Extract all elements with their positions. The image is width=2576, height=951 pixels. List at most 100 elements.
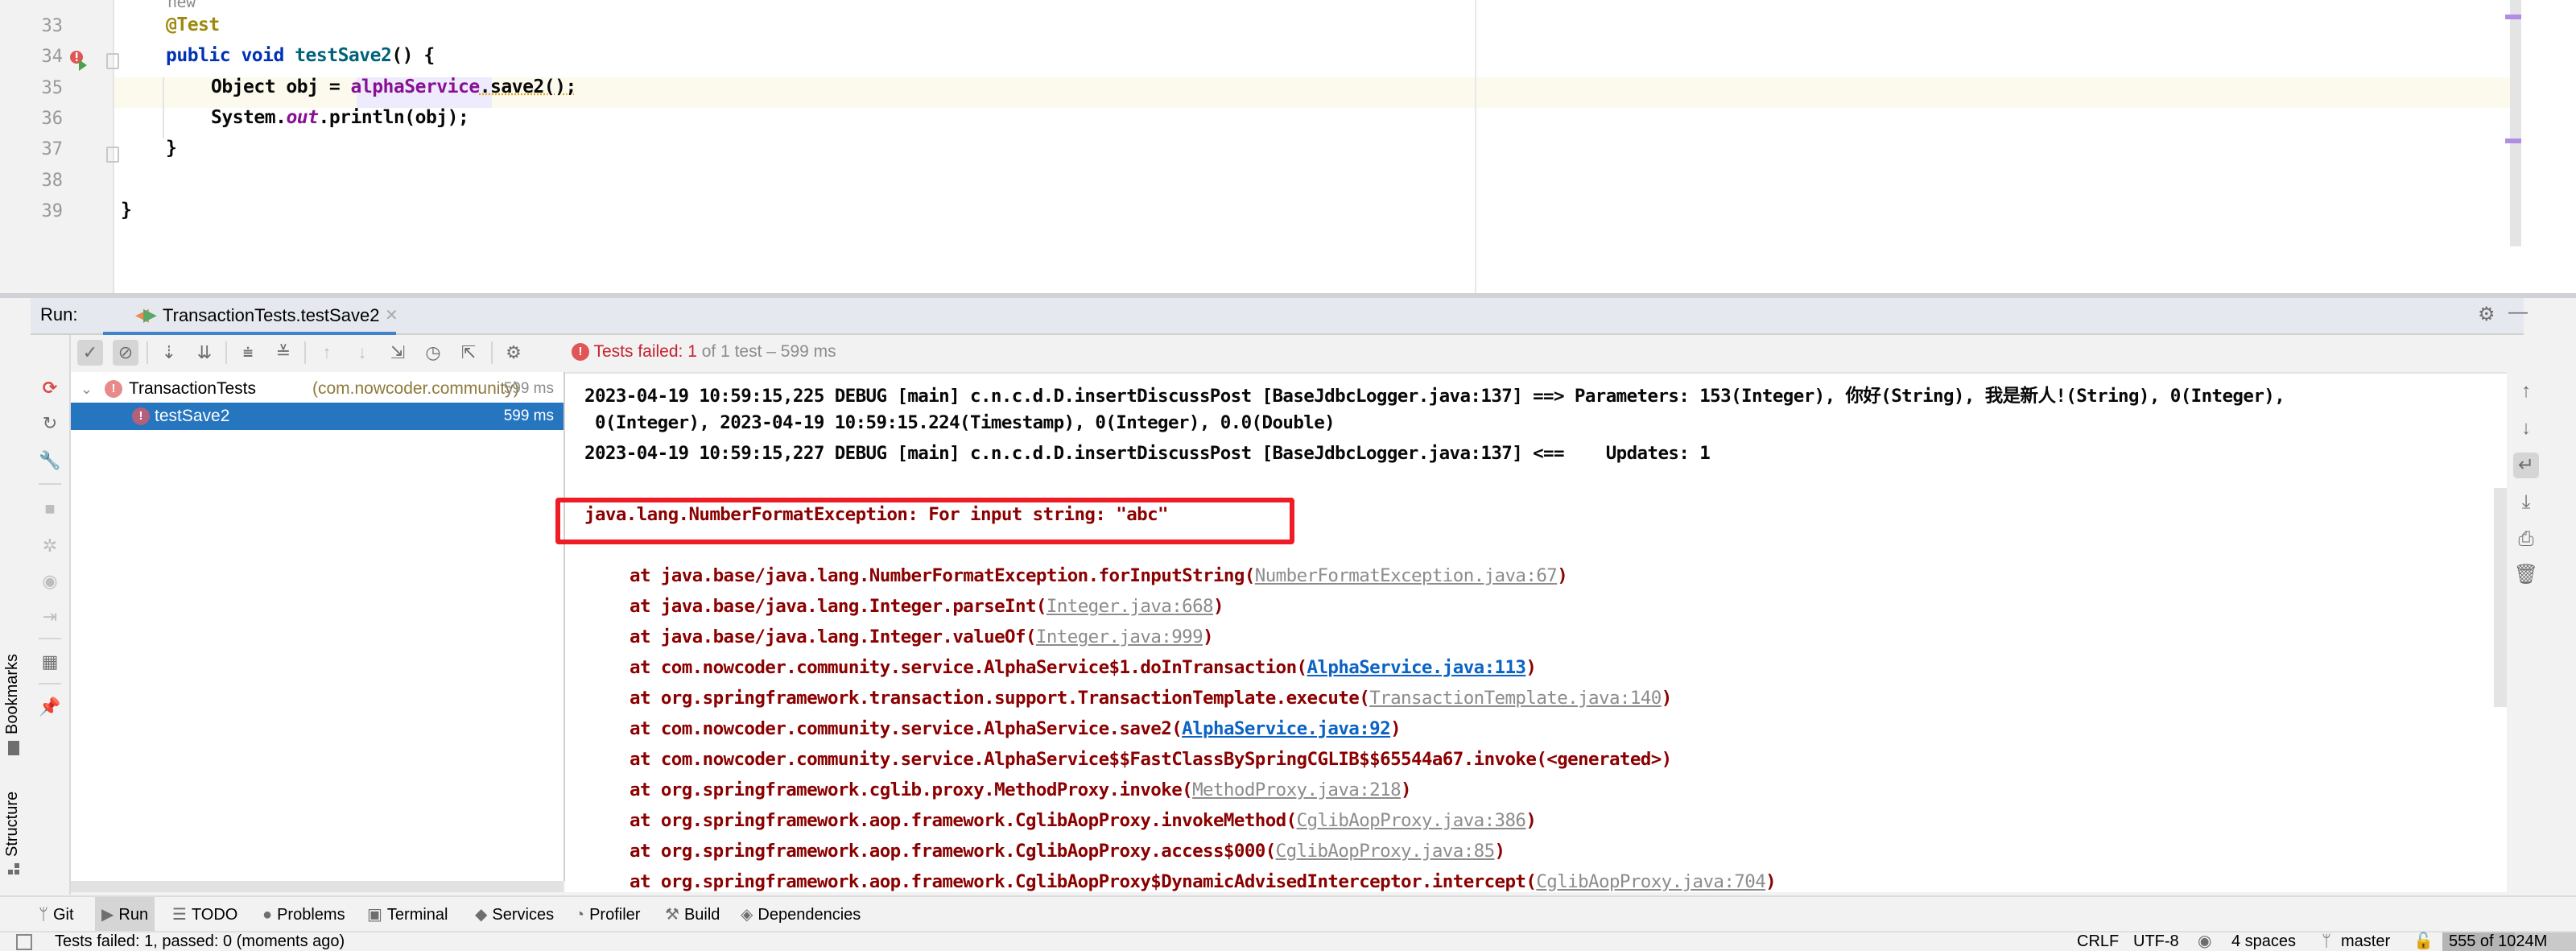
rerun-failed-icon[interactable]: ⟳ bbox=[37, 375, 63, 401]
stack-frame-method: at com.nowcoder.community.service.AlphaS… bbox=[630, 657, 1307, 678]
tree-horizontal-scrollbar[interactable] bbox=[71, 881, 564, 892]
tool-button-build[interactable]: ⚒ Build bbox=[658, 897, 726, 932]
editor-scrollbar[interactable] bbox=[2510, 0, 2521, 246]
prev-failed-icon[interactable]: ↑ bbox=[314, 340, 340, 366]
tree-row-suite[interactable]: ⌄ ! TransactionTests (com.nowcoder.commu… bbox=[71, 375, 564, 403]
stack-frame: at com.nowcoder.community.service.AlphaS… bbox=[630, 718, 1402, 739]
minimize-icon[interactable]: — bbox=[2508, 301, 2528, 324]
source-link[interactable]: MethodProxy.java:218 bbox=[1192, 779, 1402, 800]
code-line[interactable]: } bbox=[166, 138, 177, 159]
error-stripe-mark[interactable] bbox=[2505, 139, 2521, 143]
tool-button-terminal[interactable]: ▣ Terminal bbox=[361, 897, 454, 932]
stack-frame-suffix: ) bbox=[1525, 810, 1537, 831]
trash-icon[interactable]: 🗑 bbox=[2513, 562, 2539, 588]
console-scrollbar[interactable] bbox=[2494, 488, 2507, 707]
tool-button-services[interactable]: ◆ Services bbox=[469, 897, 560, 932]
structure-tool-button[interactable]: Structure bbox=[3, 792, 22, 857]
stack-frame: at java.base/java.lang.NumberFormatExcep… bbox=[630, 565, 1568, 586]
collapse-all-icon[interactable]: ≚ bbox=[270, 340, 296, 366]
print-icon[interactable]: ⎙ bbox=[2513, 527, 2539, 552]
bookmarks-tool-button[interactable]: Bookmarks bbox=[3, 654, 22, 734]
camera-icon[interactable]: ◉ bbox=[37, 569, 63, 594]
file-encoding[interactable]: UTF-8 bbox=[2133, 932, 2179, 951]
test-results-tree[interactable]: ⌄ ! TransactionTests (com.nowcoder.commu… bbox=[71, 372, 565, 881]
code-line[interactable]: Object obj = alphaService.save2(); bbox=[211, 76, 576, 97]
code-line[interactable]: } bbox=[121, 200, 132, 221]
sort-alpha-icon[interactable]: ⇣ bbox=[156, 340, 182, 366]
source-link[interactable]: CglibAopProxy.java:704 bbox=[1536, 871, 1765, 892]
expand-all-icon[interactable]: ⩧ bbox=[235, 340, 261, 366]
debug-icon[interactable]: ✲ bbox=[37, 533, 63, 559]
run-test-error-icon[interactable] bbox=[69, 50, 87, 71]
code-line[interactable]: System.out.println(obj); bbox=[211, 107, 469, 128]
memory-indicator[interactable]: 555 of 1024M bbox=[2442, 932, 2576, 951]
source-link[interactable]: Integer.java:668 bbox=[1046, 596, 1214, 617]
source-link[interactable]: AlphaService.java:113 bbox=[1307, 657, 1526, 678]
import-tests-icon[interactable]: ⇲ bbox=[385, 340, 411, 366]
tool-button-git[interactable]: ᛘ Git bbox=[32, 897, 80, 932]
structure-icon bbox=[8, 863, 19, 875]
code-line[interactable]: @Test bbox=[166, 14, 220, 35]
lock-open-icon[interactable]: 🔓 bbox=[2413, 932, 2434, 951]
toggle-auto-test-icon[interactable]: ↻ bbox=[37, 411, 63, 436]
stack-frame-suffix: ) bbox=[1525, 657, 1537, 678]
soft-wrap-icon[interactable]: ↵ bbox=[2513, 453, 2539, 478]
settings-icon[interactable]: ⚙ bbox=[501, 340, 526, 366]
layout-icon[interactable]: ▦ bbox=[37, 649, 63, 675]
console-output[interactable]: 2023-04-19 10:59:15,225 DEBUG [main] c.n… bbox=[565, 372, 2507, 892]
close-tab-icon[interactable]: ✕ bbox=[385, 305, 398, 325]
source-link[interactable]: TransactionTemplate.java:140 bbox=[1369, 688, 1662, 709]
history-icon[interactable]: ◷ bbox=[420, 340, 446, 366]
stop-icon[interactable]: ■ bbox=[37, 496, 63, 522]
tree-row-test[interactable]: ! testSave2 599 ms bbox=[71, 403, 564, 430]
tool-button-profiler[interactable]: ◔ Profiler bbox=[568, 897, 646, 932]
tool-button-todo[interactable]: ☰ TODO bbox=[166, 897, 244, 932]
gear-icon[interactable]: ⚙ bbox=[2478, 303, 2496, 326]
show-ignored-icon[interactable]: ⊘ bbox=[113, 340, 138, 366]
exit-icon[interactable]: ⇥ bbox=[37, 604, 63, 630]
stack-frame: at com.nowcoder.community.service.AlphaS… bbox=[630, 749, 1672, 770]
show-passed-icon[interactable]: ✓ bbox=[77, 340, 103, 366]
chevron-down-icon[interactable]: ⌄ bbox=[80, 375, 93, 403]
source-link[interactable]: CglibAopProxy.java:85 bbox=[1276, 841, 1495, 862]
scroll-up-icon[interactable]: ↑ bbox=[2513, 378, 2539, 404]
sort-duration-icon[interactable]: ⇊ bbox=[192, 340, 217, 366]
scroll-to-end-icon[interactable]: ⤓ bbox=[2513, 490, 2539, 515]
source-link[interactable]: Integer.java:999 bbox=[1036, 626, 1203, 647]
log-line: 0(Integer), 2023-04-19 10:59:15.224(Time… bbox=[584, 412, 1335, 433]
exception-highlight-box bbox=[555, 498, 1294, 544]
tool-button-label: Run bbox=[118, 906, 149, 924]
stack-frame-method: at com.nowcoder.community.service.AlphaS… bbox=[630, 718, 1183, 739]
tool-button-dependencies[interactable]: ◈ Dependencies bbox=[734, 897, 867, 932]
stack-frame: at org.springframework.aop.framework.Cgl… bbox=[630, 841, 1505, 862]
next-failed-icon[interactable]: ↓ bbox=[349, 340, 375, 366]
indent-setting[interactable]: 4 spaces bbox=[2231, 932, 2296, 951]
source-link[interactable]: NumberFormatException.java:67 bbox=[1255, 565, 1558, 586]
code-token: } bbox=[166, 138, 177, 159]
fold-toggle-icon[interactable] bbox=[106, 147, 119, 163]
source-link[interactable]: CglibAopProxy.java:386 bbox=[1297, 810, 1526, 831]
tool-button-run[interactable]: ▶ Run bbox=[95, 897, 155, 932]
scroll-down-icon[interactable]: ↓ bbox=[2513, 416, 2539, 441]
line-separator[interactable]: CRLF bbox=[2077, 932, 2119, 951]
source-link[interactable]: AlphaService.java:92 bbox=[1182, 718, 1391, 739]
code-line[interactable]: public void testSave2() { bbox=[166, 45, 435, 66]
code-token: @Test bbox=[166, 14, 220, 35]
inlay-hint-usages[interactable]: new bbox=[167, 0, 196, 11]
stack-frame-suffix: ) bbox=[1494, 841, 1506, 862]
run-icon: ▶ bbox=[101, 906, 114, 924]
wrench-icon[interactable]: 🔧 bbox=[37, 448, 63, 473]
export-icon[interactable]: ⇱ bbox=[456, 340, 481, 366]
error-stripe-mark[interactable] bbox=[2505, 14, 2521, 19]
tool-button-problems[interactable]: ● Problems bbox=[256, 897, 352, 932]
failed-count: 1 bbox=[687, 342, 697, 361]
inspection-eye-icon[interactable]: ◉ bbox=[2198, 932, 2211, 951]
pin-icon[interactable]: 📌 bbox=[37, 694, 63, 720]
git-branch[interactable]: master bbox=[2341, 932, 2390, 951]
fold-toggle-icon[interactable] bbox=[106, 53, 119, 69]
stack-frame-method: at java.base/java.lang.Integer.parseInt( bbox=[630, 596, 1046, 617]
test-config-icon-part: ▶ bbox=[143, 304, 157, 325]
code-editor[interactable] bbox=[0, 0, 2576, 295]
status-message[interactable]: Tests failed: 1, passed: 0 (moments ago) bbox=[55, 932, 345, 951]
toggle-tool-windows-icon[interactable] bbox=[16, 934, 32, 950]
